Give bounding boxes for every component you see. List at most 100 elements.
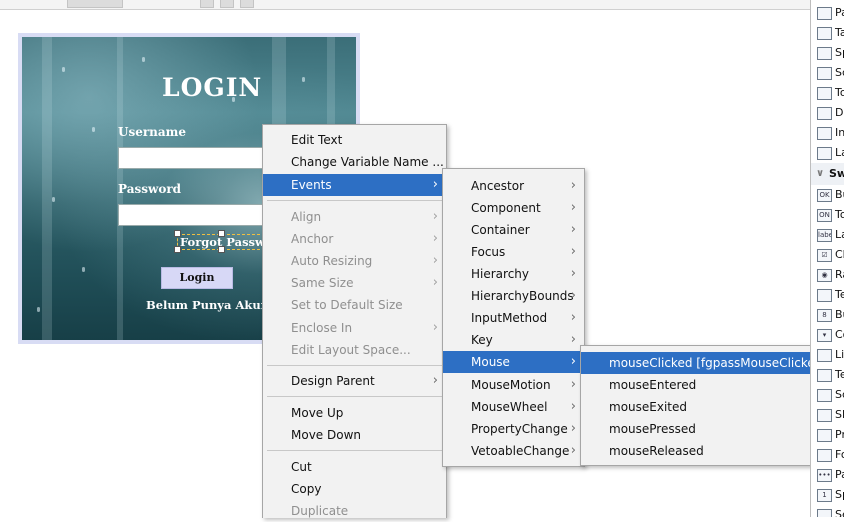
palette-layered-pane[interactable]: La [811, 142, 844, 164]
palette-progress-bar[interactable]: Pr [811, 424, 844, 446]
palette-separator[interactable]: Se [811, 504, 844, 517]
palette-toggle-button[interactable]: ONTo [811, 204, 844, 226]
event-container[interactable]: Container › [443, 219, 584, 241]
palette-spinner[interactable]: 1Sp [811, 484, 844, 506]
mouse-submenu: mouseClicked [fgpassMouseClicked] mouseE… [580, 345, 827, 466]
menu-item-duplicate[interactable]: Duplicate [263, 500, 446, 522]
menu-item-label: Ancestor [471, 179, 525, 193]
palette-slider[interactable]: Sl [811, 404, 844, 426]
selection-handle[interactable] [174, 246, 181, 253]
password-label: Password [118, 182, 182, 196]
palette-item-label: Co [835, 328, 844, 341]
palette-checkbox[interactable]: ☑Ch [811, 244, 844, 266]
menu-item-anchor[interactable]: Anchor › [263, 228, 446, 250]
mouse-released-handler[interactable]: mouseReleased [581, 440, 817, 462]
event-hierarchy-bounds[interactable]: HierarchyBounds › [443, 285, 584, 307]
event-vetoable-change[interactable]: VetoableChange › [443, 440, 584, 462]
chevron-down-icon: ∨ [816, 168, 825, 179]
toolbar-tab[interactable] [67, 0, 123, 8]
palette-item-label: Sc [835, 388, 844, 401]
chevron-right-icon: › [570, 266, 576, 281]
toggle-button-icon: ON [817, 209, 832, 222]
selection-handle[interactable] [218, 246, 225, 253]
menu-item-move-up[interactable]: Move Up [263, 402, 446, 424]
palette-tabbed-pane[interactable]: Ta [811, 22, 844, 44]
chevron-right-icon: › [432, 209, 438, 224]
menu-item-label: Events [291, 178, 332, 192]
tabbed-pane-icon [817, 27, 832, 40]
mouse-clicked-handler[interactable]: mouseClicked [fgpassMouseClicked] [581, 352, 827, 374]
events-submenu: Ancestor › Component › Container › Focus › H… [442, 168, 585, 467]
menu-item-set-default-size[interactable]: Set to Default Size [263, 294, 446, 316]
palette-button[interactable]: OKBu [811, 184, 844, 206]
palette-item-label: Te [835, 368, 844, 381]
menu-item-design-parent[interactable]: Design Parent › [263, 370, 446, 392]
menu-item-label: mouseEntered [609, 378, 697, 392]
palette-item-label: Te [835, 288, 844, 301]
event-mouse-wheel[interactable]: MouseWheel › [443, 396, 584, 418]
palette-label[interactable]: labelLa [811, 224, 844, 246]
palette-toolbar[interactable]: To [811, 82, 844, 104]
menu-item-change-variable-name[interactable]: Change Variable Name ... [263, 151, 446, 173]
panel-icon [817, 7, 832, 20]
selection-handle[interactable] [218, 230, 225, 237]
palette-password-field[interactable]: •••Pa [811, 464, 844, 486]
designer-toolbar [0, 0, 810, 10]
menu-item-edit-text[interactable]: Edit Text [263, 129, 446, 151]
palette-button-group[interactable]: 8Bu [811, 304, 844, 326]
login-button[interactable]: Login [161, 267, 233, 289]
palette-text-area[interactable]: Te [811, 364, 844, 386]
menu-item-move-down[interactable]: Move Down [263, 424, 446, 446]
menu-item-auto-resizing[interactable]: Auto Resizing › [263, 250, 446, 272]
palette-list[interactable]: Li [811, 344, 844, 366]
menu-item-label: Move Down [291, 428, 361, 442]
mouse-exited-handler[interactable]: mouseExited [581, 396, 817, 418]
palette-combo-box[interactable]: ▾Co [811, 324, 844, 346]
toolbar-button[interactable] [240, 0, 254, 8]
toolbar-button[interactable] [220, 0, 234, 8]
menu-item-edit-layout-space[interactable]: Edit Layout Space... [263, 339, 446, 361]
palette-item-label: Bu [835, 188, 844, 201]
palette-scroll-bar[interactable]: Sc [811, 384, 844, 406]
event-ancestor[interactable]: Ancestor › [443, 175, 584, 197]
login-title: LOGIN [162, 73, 263, 102]
toolbar-button[interactable] [200, 0, 214, 8]
text-field-icon [817, 289, 832, 302]
palette-panel[interactable]: Pa [811, 2, 844, 24]
desktop-pane-icon [817, 107, 832, 120]
palette-item-label: Ta [835, 26, 844, 39]
mouse-pressed-handler[interactable]: mousePressed [581, 418, 817, 440]
palette-item-label: In [835, 126, 844, 139]
event-hierarchy[interactable]: Hierarchy › [443, 263, 584, 285]
no-account-label[interactable]: Belum Punya Akun? [146, 298, 276, 312]
event-mouse-motion[interactable]: MouseMotion › [443, 374, 584, 396]
selection-handle[interactable] [174, 230, 181, 237]
event-input-method[interactable]: InputMethod › [443, 307, 584, 329]
menu-item-events[interactable]: Events › [263, 174, 446, 196]
palette-internal-frame[interactable]: In [811, 122, 844, 144]
palette-item-label: La [835, 228, 844, 241]
chevron-right-icon: › [570, 244, 576, 259]
palette-text-field[interactable]: Te [811, 284, 844, 306]
event-key[interactable]: Key › [443, 329, 584, 351]
menu-item-enclose-in[interactable]: Enclose In › [263, 317, 446, 339]
separator-icon [817, 509, 832, 517]
palette-radio-button[interactable]: ◉Ra [811, 264, 844, 286]
menu-item-label: Edit Layout Space... [291, 343, 411, 357]
palette-formatted-field[interactable]: Fo [811, 444, 844, 466]
palette-split-pane[interactable]: Sp [811, 42, 844, 64]
event-component[interactable]: Component › [443, 197, 584, 219]
menu-item-cut[interactable]: Cut [263, 456, 446, 478]
palette-category-swing[interactable]: ∨ Sw [811, 163, 844, 185]
menu-item-label: mousePressed [609, 422, 696, 436]
event-property-change[interactable]: PropertyChange › [443, 418, 584, 440]
event-focus[interactable]: Focus › [443, 241, 584, 263]
scroll-bar-icon [817, 389, 832, 402]
menu-item-align[interactable]: Align › [263, 206, 446, 228]
palette-scroll-pane[interactable]: Sc [811, 62, 844, 84]
palette-desktop-pane[interactable]: De [811, 102, 844, 124]
event-mouse[interactable]: Mouse › [443, 351, 584, 373]
menu-item-same-size[interactable]: Same Size › [263, 272, 446, 294]
mouse-entered-handler[interactable]: mouseEntered [581, 374, 817, 396]
menu-item-copy[interactable]: Copy [263, 478, 446, 500]
